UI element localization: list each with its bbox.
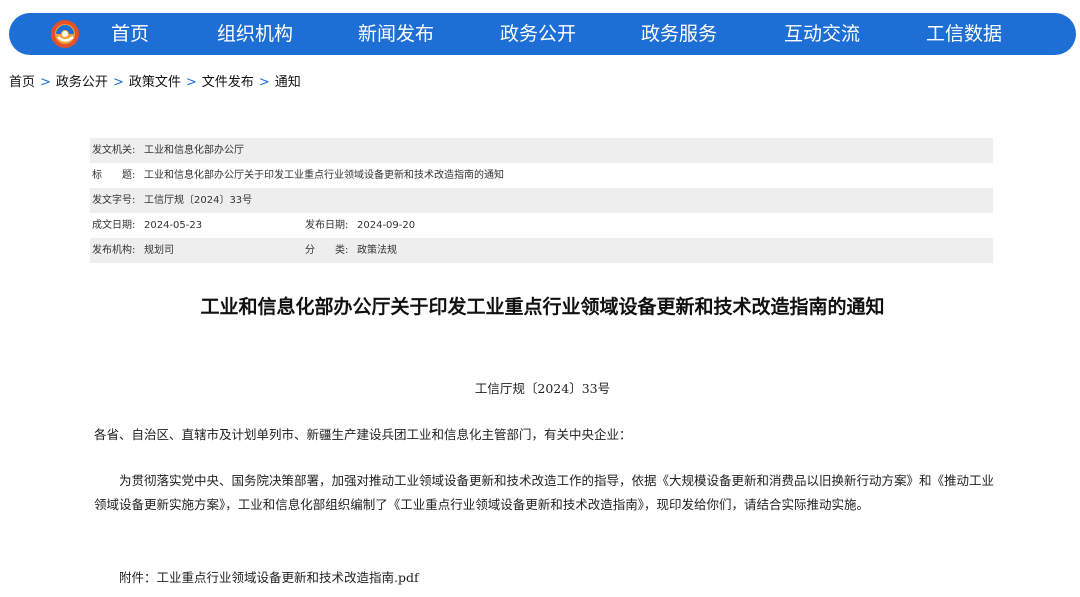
document-number: 工信厅规〔2024〕33号 bbox=[474, 381, 611, 396]
attachment-link[interactable]: 附件：工业重点行业领域设备更新和技术改造指南.pdf bbox=[119, 566, 1019, 590]
meta-label-org: 发布机构: bbox=[92, 245, 136, 256]
meta-value-created: 2024-05-23 bbox=[144, 220, 203, 231]
meta-label-published: 发布日期: bbox=[305, 220, 349, 231]
meta-row-issuer: 发文机关: 工业和信息化部办公厅 bbox=[90, 138, 993, 163]
breadcrumb-notice[interactable]: 通知 bbox=[275, 75, 301, 90]
meta-label-created: 成文日期: bbox=[92, 220, 136, 231]
breadcrumb-policy-files[interactable]: 政策文件 bbox=[129, 75, 181, 90]
breadcrumb-file-release[interactable]: 文件发布 bbox=[202, 75, 254, 90]
nav-item-home[interactable]: 首页 bbox=[111, 13, 149, 55]
breadcrumb-separator: > bbox=[112, 75, 124, 90]
meta-value-docno: 工信厅规〔2024〕33号 bbox=[144, 195, 253, 206]
nav-item-gov-affairs-public[interactable]: 政务公开 bbox=[500, 13, 576, 55]
meta-row-org: 发布机构: 规划司 分 类: 政策法规 bbox=[90, 238, 993, 263]
meta-label-category: 分 类: bbox=[305, 245, 349, 256]
nav-item-news[interactable]: 新闻发布 bbox=[358, 13, 434, 55]
meta-value-issuer: 工业和信息化部办公厅 bbox=[144, 145, 244, 156]
breadcrumb: 首页 > 政务公开 > 政策文件 > 文件发布 > 通知 bbox=[9, 71, 301, 90]
breadcrumb-separator: > bbox=[185, 75, 197, 90]
miit-logo-icon[interactable] bbox=[49, 18, 81, 50]
breadcrumb-separator: > bbox=[40, 75, 51, 90]
document-title: 工业和信息化部办公厅关于印发工业重点行业领域设备更新和技术改造指南的通知 bbox=[200, 296, 885, 318]
meta-value-category: 政策法规 bbox=[357, 245, 397, 256]
meta-value-org: 规划司 bbox=[144, 245, 174, 256]
main-nav-bar: 首页 组织机构 新闻发布 政务公开 政务服务 互动交流 工信数据 bbox=[9, 13, 1076, 55]
meta-value-published: 2024-09-20 bbox=[357, 220, 416, 231]
breadcrumb-gov-affairs[interactable]: 政务公开 bbox=[56, 75, 108, 90]
nav-item-data[interactable]: 工信数据 bbox=[926, 13, 1002, 55]
meta-label-issuer: 发文机关: bbox=[92, 145, 136, 156]
document-recipient: 各省、自治区、直辖市及计划单列市、新疆生产建设兵团工业和信息化主管部门，有关中央… bbox=[94, 427, 632, 442]
meta-value-title: 工业和信息化部办公厅关于印发工业重点行业领域设备更新和技术改造指南的通知 bbox=[144, 170, 504, 181]
breadcrumb-home[interactable]: 首页 bbox=[9, 75, 35, 90]
document-metadata-table: 发文机关: 工业和信息化部办公厅 标 题: 工业和信息化部办公厅关于印发工业重点… bbox=[90, 138, 993, 263]
nav-item-interaction[interactable]: 互动交流 bbox=[784, 13, 860, 55]
meta-label-docno: 发文字号: bbox=[92, 195, 136, 206]
meta-row-title: 标 题: 工业和信息化部办公厅关于印发工业重点行业领域设备更新和技术改造指南的通… bbox=[90, 163, 993, 188]
meta-row-docno: 发文字号: 工信厅规〔2024〕33号 bbox=[90, 188, 993, 213]
meta-label-title: 标 题: bbox=[92, 170, 136, 181]
breadcrumb-separator: > bbox=[258, 75, 270, 90]
meta-row-dates: 成文日期: 2024-05-23 发布日期: 2024-09-20 bbox=[90, 213, 993, 238]
document-body-paragraph: 为贯彻落实党中央、国务院决策部署，加强对推动工业领域设备更新和技术改造工作的指导… bbox=[94, 473, 995, 512]
nav-item-organization[interactable]: 组织机构 bbox=[217, 13, 293, 55]
nav-item-gov-services[interactable]: 政务服务 bbox=[641, 13, 717, 55]
